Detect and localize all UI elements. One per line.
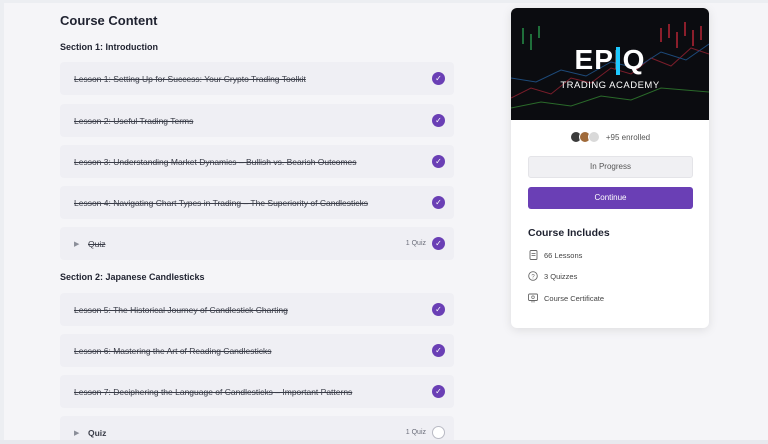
check-icon: ✓ bbox=[432, 196, 445, 209]
quiz-label: Quiz bbox=[88, 427, 107, 438]
check-icon: ✓ bbox=[432, 155, 445, 168]
include-certificate: Course Certificate bbox=[528, 293, 604, 303]
include-quizzes: ? 3 Quizzes bbox=[528, 271, 577, 281]
logo-subtitle: TRADING ACADEMY bbox=[560, 80, 660, 91]
lesson-label: Lesson 1: Setting Up for Success: Your C… bbox=[74, 73, 306, 84]
lesson-row-5[interactable]: Lesson 5: The Historical Journey of Cand… bbox=[60, 293, 454, 326]
lesson-label: Lesson 7: Deciphering the Language of Ca… bbox=[74, 386, 353, 397]
course-banner: EPIQ TRADING ACADEMY bbox=[511, 8, 709, 120]
caret-right-icon: ▶ bbox=[74, 429, 80, 437]
quiz-label: Quiz bbox=[88, 238, 106, 249]
left-divider bbox=[0, 0, 4, 444]
quiz-count: 1 Quiz bbox=[405, 429, 426, 436]
check-icon: ✓ bbox=[432, 303, 445, 316]
lesson-row-7[interactable]: Lesson 7: Deciphering the Language of Ca… bbox=[60, 375, 454, 408]
section-title-2: Section 2: Japanese Candlesticks bbox=[60, 272, 205, 282]
include-text: 66 Lessons bbox=[544, 250, 583, 260]
question-circle-icon: ? bbox=[528, 271, 538, 281]
bottom-divider bbox=[0, 440, 768, 444]
logo-accent-bar bbox=[616, 47, 620, 75]
check-icon: ✓ bbox=[432, 72, 445, 85]
lesson-row-3[interactable]: Lesson 3: Understanding Market Dynamics … bbox=[60, 145, 454, 178]
continue-button[interactable]: Continue bbox=[528, 187, 693, 209]
lesson-row-1[interactable]: Lesson 1: Setting Up for Success: Your C… bbox=[60, 62, 454, 95]
lesson-label: Lesson 6: Mastering the Art of Reading C… bbox=[74, 345, 272, 356]
enrolled-info: +95 enrolled bbox=[511, 131, 709, 143]
page-title: Course Content bbox=[60, 13, 158, 28]
check-icon: ✓ bbox=[432, 385, 445, 398]
includes-title: Course Includes bbox=[528, 227, 610, 239]
section-title-1: Section 1: Introduction bbox=[60, 42, 158, 52]
check-icon: ✓ bbox=[432, 237, 445, 250]
svg-text:?: ? bbox=[531, 274, 535, 280]
include-lessons: 66 Lessons bbox=[528, 250, 582, 260]
include-text: Course Certificate bbox=[544, 293, 605, 303]
lesson-label: Lesson 5: The Historical Journey of Cand… bbox=[74, 304, 288, 315]
circle-icon bbox=[432, 426, 445, 439]
course-content: Course Content bbox=[60, 12, 454, 30]
lesson-row-6[interactable]: Lesson 6: Mastering the Art of Reading C… bbox=[60, 334, 454, 367]
lesson-label: Lesson 4: Navigating Chart Types in Trad… bbox=[74, 197, 369, 208]
lesson-label: Lesson 3: Understanding Market Dynamics … bbox=[74, 156, 357, 167]
lesson-row-4[interactable]: Lesson 4: Navigating Chart Types in Trad… bbox=[60, 186, 454, 219]
status-badge: In Progress bbox=[528, 156, 693, 178]
caret-right-icon: ▶ bbox=[74, 240, 80, 248]
enrolled-count: +95 enrolled bbox=[605, 132, 651, 142]
course-card: EPIQ TRADING ACADEMY +95 enrolled In Pro… bbox=[511, 8, 709, 328]
lesson-row-2[interactable]: Lesson 2: Useful Trading Terms ✓ bbox=[60, 104, 454, 137]
avatar bbox=[587, 131, 600, 143]
check-icon: ✓ bbox=[432, 344, 445, 357]
include-text: 3 Quizzes bbox=[544, 271, 578, 281]
lesson-label: Lesson 2: Useful Trading Terms bbox=[74, 115, 194, 126]
check-icon: ✓ bbox=[432, 114, 445, 127]
document-icon bbox=[528, 250, 538, 260]
logo-text: EPIQ bbox=[574, 44, 646, 75]
certificate-icon bbox=[528, 293, 538, 303]
top-divider bbox=[0, 0, 768, 3]
quiz-count: 1 Quiz bbox=[405, 240, 426, 247]
quiz-row-1[interactable]: ▶ Quiz 1 Quiz ✓ bbox=[60, 227, 454, 260]
